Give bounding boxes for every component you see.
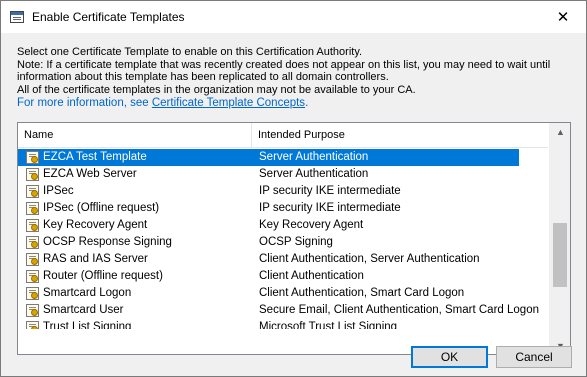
description-line-4: All of the certificate templates in the … bbox=[17, 83, 416, 96]
template-purpose: Client Authentication, Server Authentica… bbox=[259, 253, 480, 265]
certificate-icon bbox=[26, 202, 39, 215]
list-rows: EZCA Test Template Server Authentication… bbox=[18, 149, 548, 329]
certificate-icon bbox=[26, 151, 39, 164]
more-info-suffix: . bbox=[305, 97, 309, 109]
template-name: EZCA Test Template bbox=[43, 151, 147, 163]
list-item[interactable]: Key Recovery Agent Key Recovery Agent bbox=[18, 217, 519, 234]
cancel-button[interactable]: Cancel bbox=[496, 346, 572, 368]
more-info-prefix: For more information, see bbox=[17, 97, 152, 109]
certificate-icon bbox=[26, 236, 39, 249]
template-purpose: IP security IKE intermediate bbox=[259, 185, 401, 197]
window-app-icon bbox=[10, 11, 24, 23]
scroll-up-arrow-icon[interactable]: ▲ bbox=[550, 123, 570, 140]
list-item[interactable]: Smartcard Logon Client Authentication, S… bbox=[18, 285, 519, 302]
certificate-icon bbox=[26, 253, 39, 266]
column-header-name[interactable]: Name bbox=[18, 123, 252, 148]
ok-button[interactable]: OK bbox=[411, 346, 488, 368]
certificate-templates-list[interactable]: Name Intended Purpose EZCA Test Template… bbox=[17, 122, 571, 355]
template-name: Trust List Signing bbox=[43, 321, 132, 329]
certificate-icon bbox=[26, 287, 39, 300]
template-name: IPSec (Offline request) bbox=[43, 202, 160, 214]
template-purpose: Microsoft Trust List Signing bbox=[259, 321, 398, 329]
description-line-2: Note: If a certificate template that was… bbox=[17, 58, 551, 71]
description: Select one Certificate Template to enabl… bbox=[17, 46, 577, 96]
list-item[interactable]: OCSP Response Signing OCSP Signing bbox=[18, 234, 519, 251]
more-info-line: For more information, see Certificate Te… bbox=[17, 97, 308, 109]
list-item[interactable]: RAS and IAS Server Client Authentication… bbox=[18, 251, 519, 268]
certificate-icon bbox=[26, 321, 39, 329]
list-item[interactable]: Trust List Signing Microsoft Trust List … bbox=[18, 319, 519, 329]
template-name: OCSP Response Signing bbox=[43, 236, 172, 248]
description-line-3: information about this template has been… bbox=[17, 71, 389, 83]
list-header: Name Intended Purpose bbox=[18, 123, 548, 148]
certificate-template-concepts-link[interactable]: Certificate Template Concepts bbox=[152, 97, 305, 109]
template-purpose: Key Recovery Agent bbox=[259, 219, 364, 231]
window-title: Enable Certificate Templates bbox=[32, 10, 185, 24]
dialog-content: Select one Certificate Template to enabl… bbox=[1, 33, 586, 376]
template-purpose: Server Authentication bbox=[259, 151, 369, 163]
certificate-icon bbox=[26, 168, 39, 181]
template-purpose: Client Authentication, Smart Card Logon bbox=[259, 287, 465, 299]
template-purpose: OCSP Signing bbox=[259, 236, 333, 248]
certificate-icon bbox=[26, 270, 39, 283]
title-bar: Enable Certificate Templates ✕ bbox=[1, 1, 586, 33]
list-item[interactable]: Smartcard User Secure Email, Client Auth… bbox=[18, 302, 539, 319]
template-name: IPSec bbox=[43, 185, 74, 197]
template-purpose: Secure Email, Client Authentication, Sma… bbox=[259, 304, 539, 316]
vertical-scrollbar[interactable]: ▲ ▼ bbox=[549, 123, 570, 354]
close-icon[interactable]: ✕ bbox=[540, 1, 586, 32]
template-purpose: Client Authentication bbox=[259, 270, 364, 282]
certificate-icon bbox=[26, 185, 39, 198]
enable-certificate-templates-dialog: Enable Certificate Templates ✕ Select on… bbox=[0, 0, 587, 377]
scrollbar-thumb[interactable] bbox=[553, 223, 567, 287]
template-name: Router (Offline request) bbox=[43, 270, 163, 282]
column-header-intended-purpose[interactable]: Intended Purpose bbox=[252, 123, 548, 148]
list-item[interactable]: EZCA Web Server Server Authentication bbox=[18, 166, 519, 183]
list-item[interactable]: EZCA Test Template Server Authentication bbox=[18, 149, 519, 166]
template-name: Key Recovery Agent bbox=[43, 219, 148, 231]
template-name: RAS and IAS Server bbox=[43, 253, 148, 265]
list-item[interactable]: Router (Offline request) Client Authenti… bbox=[18, 268, 519, 285]
template-name: Smartcard User bbox=[43, 304, 124, 316]
list-item[interactable]: IPSec (Offline request) IP security IKE … bbox=[18, 200, 519, 217]
template-purpose: Server Authentication bbox=[259, 168, 369, 180]
template-name: EZCA Web Server bbox=[43, 168, 137, 180]
description-line-1: Select one Certificate Template to enabl… bbox=[17, 46, 363, 58]
certificate-icon bbox=[26, 219, 39, 232]
template-name: Smartcard Logon bbox=[43, 287, 132, 299]
certificate-icon bbox=[26, 304, 39, 317]
list-item[interactable]: IPSec IP security IKE intermediate bbox=[18, 183, 519, 200]
template-purpose: IP security IKE intermediate bbox=[259, 202, 401, 214]
